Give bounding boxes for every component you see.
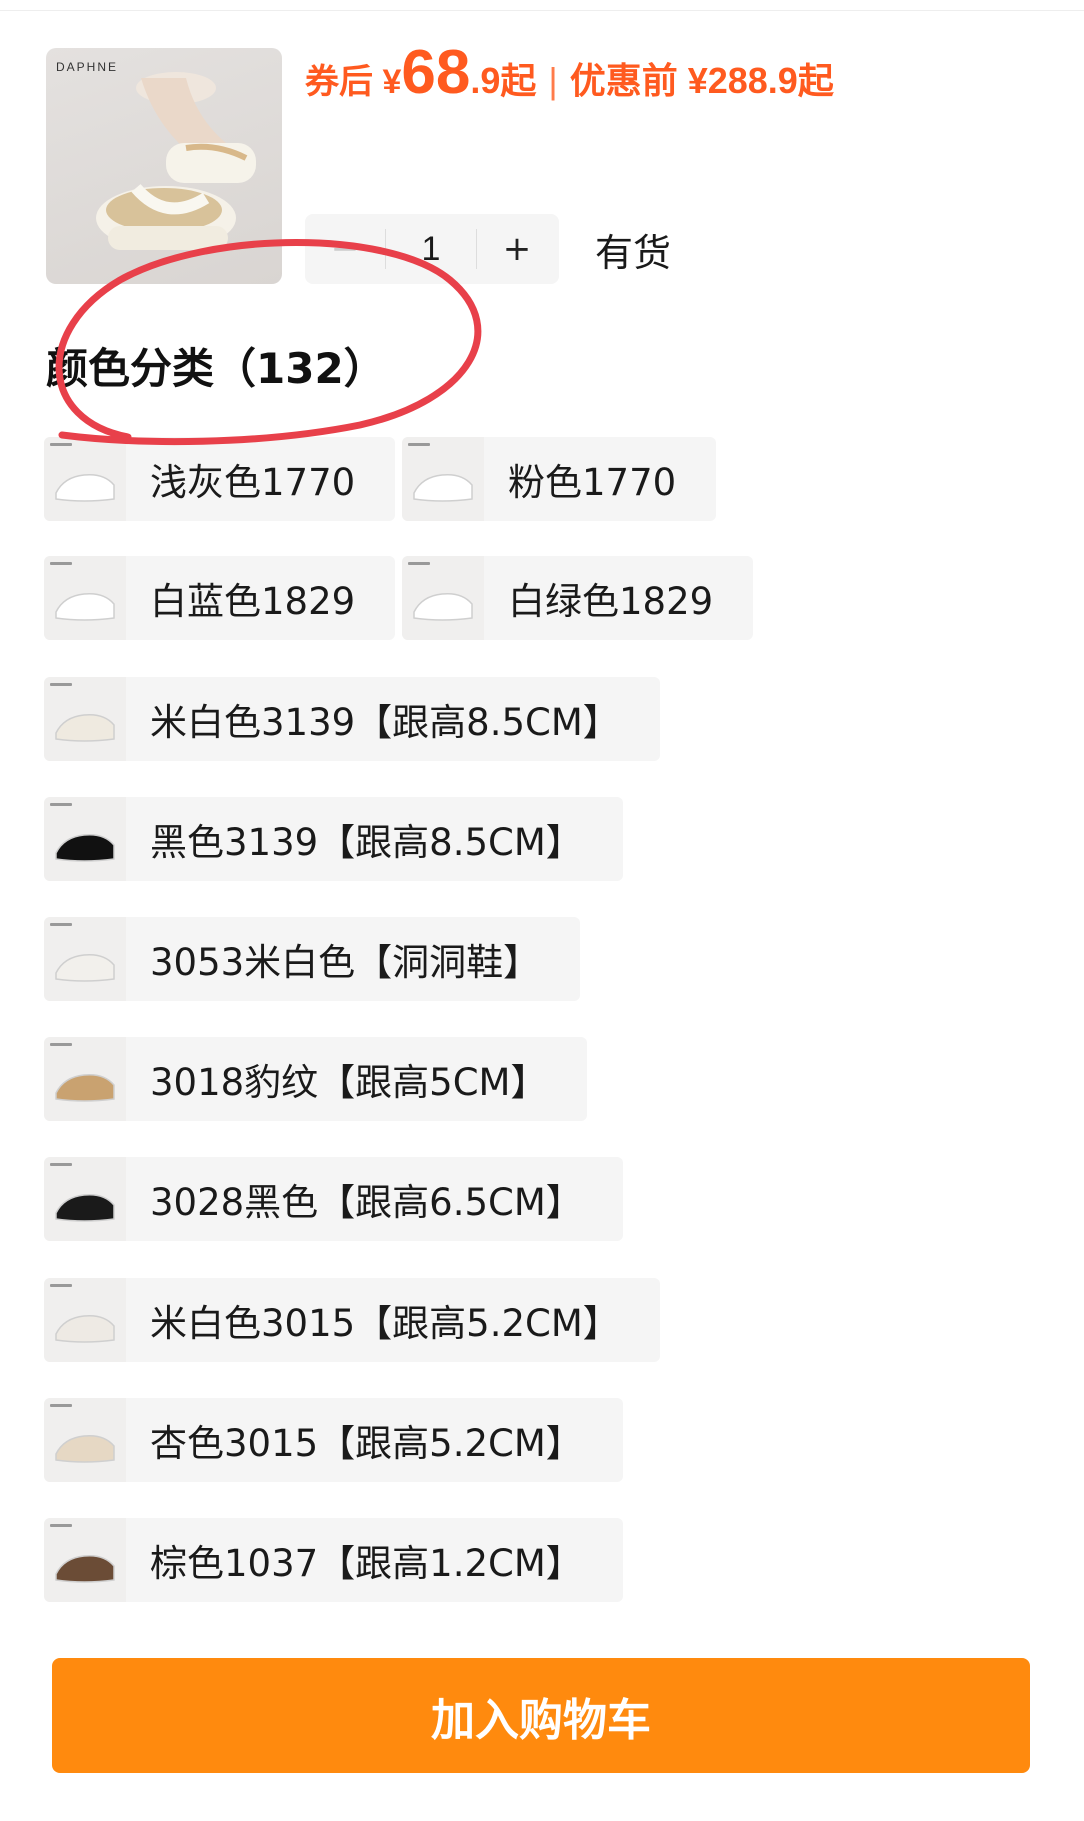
option-label: 米白色3139【跟高8.5CM】 (150, 701, 620, 744)
quantity-input[interactable]: 1 (385, 229, 477, 269)
product-thumbnail[interactable]: DAPHNE (46, 48, 282, 284)
option-thumbnail (44, 1518, 126, 1602)
option-label: 粉色1770 (508, 461, 677, 504)
add-to-cart-button[interactable]: 加入购物车 (52, 1658, 1030, 1773)
coupon-price-decimal: .9起 (470, 60, 537, 101)
color-option[interactable]: 米白色3139【跟高8.5CM】 (44, 677, 660, 761)
option-thumbnail (44, 1278, 126, 1362)
color-option[interactable]: 3053米白色【洞洞鞋】 (44, 917, 581, 1001)
option-thumbnail (44, 917, 126, 1001)
color-option[interactable]: 浅灰色1770 (44, 437, 396, 521)
option-label: 浅灰色1770 (150, 461, 356, 504)
option-label: 白绿色1829 (508, 580, 714, 623)
quantity-stepper: − 1 + (305, 214, 559, 284)
color-option[interactable]: 黑色3139【跟高8.5CM】 (44, 797, 623, 881)
color-option[interactable]: 米白色3015【跟高5.2CM】 (44, 1278, 660, 1362)
section-title: 颜色分类（132） (46, 344, 386, 393)
color-option[interactable]: 棕色1037【跟高1.2CM】 (44, 1518, 623, 1602)
option-label: 米白色3015【跟高5.2CM】 (150, 1302, 620, 1345)
coupon-price-integer: 68 (401, 38, 471, 107)
price-line: 券后 ¥ 68 .9起 | 优惠前 ¥288.9起 (305, 42, 834, 122)
price-separator: | (548, 60, 558, 101)
color-option[interactable]: 白蓝色1829 (44, 556, 396, 640)
option-label: 3028黑色【跟高6.5CM】 (150, 1181, 583, 1224)
option-label: 杏色3015【跟高5.2CM】 (150, 1422, 583, 1465)
color-option[interactable]: 3018豹纹【跟高5CM】 (44, 1037, 588, 1121)
option-thumbnail (402, 556, 484, 640)
increase-button[interactable]: + (477, 214, 557, 284)
option-thumbnail (44, 556, 126, 640)
color-option[interactable]: 3028黑色【跟高6.5CM】 (44, 1157, 623, 1241)
option-thumbnail (44, 1037, 126, 1121)
option-label: 黑色3139【跟高8.5CM】 (150, 821, 583, 864)
decrease-button[interactable]: − (305, 214, 385, 284)
coupon-price-prefix: 券后 ¥ (305, 63, 402, 101)
option-label: 3053米白色【洞洞鞋】 (150, 941, 541, 984)
original-price: 优惠前 ¥288.9起 (569, 60, 834, 101)
option-label: 3018豹纹【跟高5CM】 (150, 1061, 548, 1104)
option-thumbnail (44, 437, 126, 521)
option-thumbnail (44, 797, 126, 881)
option-label: 白蓝色1829 (150, 580, 356, 623)
option-thumbnail (44, 677, 126, 761)
option-label: 棕色1037【跟高1.2CM】 (150, 1542, 583, 1585)
color-option[interactable]: 白绿色1829 (402, 556, 754, 640)
top-divider (0, 10, 1084, 11)
option-thumbnail (44, 1157, 126, 1241)
sandal-image (96, 72, 256, 250)
stock-status: 有货 (595, 231, 672, 275)
color-option[interactable]: 粉色1770 (402, 437, 717, 521)
color-option[interactable]: 杏色3015【跟高5.2CM】 (44, 1398, 623, 1482)
option-thumbnail (402, 437, 484, 521)
option-thumbnail (44, 1398, 126, 1482)
